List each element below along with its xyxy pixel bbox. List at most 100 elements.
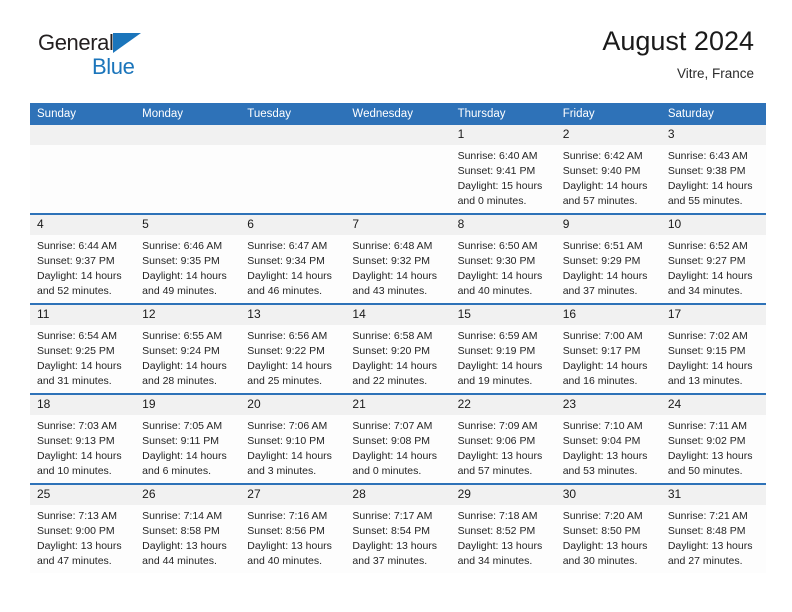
title-block: August 2024 Vitre, France xyxy=(602,26,754,81)
daylight-text-line1: Daylight: 13 hours xyxy=(562,540,648,552)
calendar-day-cell[interactable]: 5 Sunrise: 6:46 AM Sunset: 9:35 PM Dayli… xyxy=(135,213,241,304)
calendar-day-cell[interactable]: 25 Sunrise: 7:13 AM Sunset: 9:00 PM Dayl… xyxy=(30,483,136,573)
calendar-day-cell[interactable]: 24 Sunrise: 7:11 AM Sunset: 9:02 PM Dayl… xyxy=(660,393,766,484)
calendar-day-cell[interactable]: 15 Sunrise: 6:59 AM Sunset: 9:19 PM Dayl… xyxy=(450,303,556,394)
calendar-day-cell[interactable]: 31 Sunrise: 7:21 AM Sunset: 8:48 PM Dayl… xyxy=(660,483,766,573)
daylight-text-line1: Daylight: 14 hours xyxy=(142,450,227,462)
daylight-text-line1: Daylight: 14 hours xyxy=(352,450,438,462)
calendar-day-cell[interactable]: 6 Sunrise: 6:47 AM Sunset: 9:34 PM Dayli… xyxy=(240,213,346,304)
calendar-day-cell[interactable] xyxy=(345,125,451,214)
day-number: 14 xyxy=(345,305,451,326)
daylight-text-line1: Daylight: 13 hours xyxy=(247,540,332,552)
calendar-day-cell[interactable]: 30 Sunrise: 7:20 AM Sunset: 8:50 PM Dayl… xyxy=(555,483,661,573)
daylight-text-line1: Daylight: 13 hours xyxy=(37,540,122,552)
daylight-text-line2: and 27 minutes. xyxy=(667,554,743,567)
calendar-day-cell[interactable]: 4 Sunrise: 6:44 AM Sunset: 9:37 PM Dayli… xyxy=(30,213,136,304)
daylight-text-line1: Daylight: 14 hours xyxy=(457,270,543,282)
sunrise-text: Sunrise: 6:48 AM xyxy=(352,240,433,253)
day-number: 29 xyxy=(450,485,556,506)
day-number: 18 xyxy=(30,395,136,416)
sunrise-text: Sunrise: 6:52 AM xyxy=(667,240,748,253)
sunrise-text: Sunrise: 6:54 AM xyxy=(37,330,117,343)
sunrise-text: Sunrise: 6:55 AM xyxy=(142,330,223,343)
sunset-text: Sunset: 9:27 PM xyxy=(667,255,746,268)
daylight-text-line1: Daylight: 14 hours xyxy=(562,180,648,192)
day-details: Sunrise: 7:17 AM Sunset: 8:54 PM Dayligh… xyxy=(345,505,450,569)
calendar-week-row: 25 Sunrise: 7:13 AM Sunset: 9:00 PM Dayl… xyxy=(30,483,766,573)
daylight-text-line1: Daylight: 14 hours xyxy=(352,270,438,282)
daylight-text-line1: Daylight: 14 hours xyxy=(247,360,332,372)
day-details: Sunrise: 7:10 AM Sunset: 9:04 PM Dayligh… xyxy=(556,415,661,479)
sunset-text: Sunset: 9:24 PM xyxy=(142,345,220,358)
day-number: 8 xyxy=(450,215,556,236)
calendar-day-cell[interactable]: 11 Sunrise: 6:54 AM Sunset: 9:25 PM Dayl… xyxy=(30,303,136,394)
weekday-header-thursday: Thursday xyxy=(450,103,556,125)
weekday-header-friday: Friday xyxy=(555,103,661,125)
calendar-day-cell[interactable] xyxy=(30,125,136,214)
calendar-day-cell[interactable]: 10 Sunrise: 6:52 AM Sunset: 9:27 PM Dayl… xyxy=(660,213,766,304)
calendar-day-cell[interactable]: 27 Sunrise: 7:16 AM Sunset: 8:56 PM Dayl… xyxy=(240,483,346,573)
sunset-text: Sunset: 9:15 PM xyxy=(667,345,746,358)
sunset-text: Sunset: 9:34 PM xyxy=(247,255,325,268)
sunrise-text: Sunrise: 6:43 AM xyxy=(667,150,748,163)
calendar-day-cell[interactable]: 8 Sunrise: 6:50 AM Sunset: 9:30 PM Dayli… xyxy=(450,213,556,304)
daylight-text-line1: Daylight: 15 hours xyxy=(457,180,543,192)
day-number: 4 xyxy=(30,215,136,236)
weekday-header-tuesday: Tuesday xyxy=(240,103,346,125)
daylight-text-line1: Daylight: 14 hours xyxy=(562,360,648,372)
calendar-day-cell[interactable]: 26 Sunrise: 7:14 AM Sunset: 8:58 PM Dayl… xyxy=(135,483,241,573)
daylight-text-line2: and 44 minutes. xyxy=(142,554,217,567)
day-details: Sunrise: 6:47 AM Sunset: 9:34 PM Dayligh… xyxy=(240,235,345,299)
calendar-day-cell[interactable]: 16 Sunrise: 7:00 AM Sunset: 9:17 PM Dayl… xyxy=(555,303,661,394)
day-number: 1 xyxy=(450,125,556,146)
calendar-day-cell[interactable] xyxy=(240,125,346,214)
calendar-day-cell[interactable]: 14 Sunrise: 6:58 AM Sunset: 9:20 PM Dayl… xyxy=(345,303,451,394)
weekday-header-saturday: Saturday xyxy=(660,103,766,125)
day-details: Sunrise: 6:56 AM Sunset: 9:22 PM Dayligh… xyxy=(240,325,345,389)
daylight-text-line2: and 22 minutes. xyxy=(352,374,428,387)
day-details: Sunrise: 7:21 AM Sunset: 8:48 PM Dayligh… xyxy=(661,505,766,569)
day-number: 3 xyxy=(660,125,766,146)
calendar-day-cell[interactable]: 21 Sunrise: 7:07 AM Sunset: 9:08 PM Dayl… xyxy=(345,393,451,484)
day-details xyxy=(135,145,240,149)
sunrise-text: Sunrise: 7:21 AM xyxy=(667,510,748,523)
daylight-text-line1: Daylight: 14 hours xyxy=(37,360,122,372)
calendar-day-cell[interactable]: 18 Sunrise: 7:03 AM Sunset: 9:13 PM Dayl… xyxy=(30,393,136,484)
sunset-text: Sunset: 9:00 PM xyxy=(37,525,115,538)
day-details: Sunrise: 6:52 AM Sunset: 9:27 PM Dayligh… xyxy=(661,235,766,299)
calendar-day-cell[interactable] xyxy=(135,125,241,214)
calendar-day-cell[interactable]: 3 Sunrise: 6:43 AM Sunset: 9:38 PM Dayli… xyxy=(660,125,766,214)
sunset-text: Sunset: 8:54 PM xyxy=(352,525,431,538)
day-number: 15 xyxy=(450,305,556,326)
calendar-header-row: Sunday Monday Tuesday Wednesday Thursday… xyxy=(30,103,766,125)
calendar-day-cell[interactable]: 7 Sunrise: 6:48 AM Sunset: 9:32 PM Dayli… xyxy=(345,213,451,304)
day-number: 25 xyxy=(30,485,136,506)
daylight-text-line1: Daylight: 14 hours xyxy=(667,180,753,192)
calendar-day-cell[interactable]: 19 Sunrise: 7:05 AM Sunset: 9:11 PM Dayl… xyxy=(135,393,241,484)
sunset-text: Sunset: 9:41 PM xyxy=(457,165,536,178)
calendar-day-cell[interactable]: 29 Sunrise: 7:18 AM Sunset: 8:52 PM Dayl… xyxy=(450,483,556,573)
day-details: Sunrise: 6:58 AM Sunset: 9:20 PM Dayligh… xyxy=(345,325,450,389)
daylight-text-line2: and 25 minutes. xyxy=(247,374,322,387)
weekday-header-monday: Monday xyxy=(135,103,241,125)
sunrise-text: Sunrise: 6:40 AM xyxy=(457,150,538,163)
daylight-text-line2: and 52 minutes. xyxy=(37,284,112,297)
calendar-day-cell[interactable]: 22 Sunrise: 7:09 AM Sunset: 9:06 PM Dayl… xyxy=(450,393,556,484)
calendar-day-cell[interactable]: 23 Sunrise: 7:10 AM Sunset: 9:04 PM Dayl… xyxy=(555,393,661,484)
sunset-text: Sunset: 9:30 PM xyxy=(457,255,536,268)
day-number: 6 xyxy=(240,215,346,236)
brand-logo[interactable]: General Blue xyxy=(38,32,142,78)
day-details: Sunrise: 7:02 AM Sunset: 9:15 PM Dayligh… xyxy=(661,325,766,389)
calendar-day-cell[interactable]: 12 Sunrise: 6:55 AM Sunset: 9:24 PM Dayl… xyxy=(135,303,241,394)
daylight-text-line1: Daylight: 13 hours xyxy=(352,540,438,552)
day-details: Sunrise: 7:18 AM Sunset: 8:52 PM Dayligh… xyxy=(451,505,556,569)
calendar-day-cell[interactable]: 2 Sunrise: 6:42 AM Sunset: 9:40 PM Dayli… xyxy=(555,125,661,214)
calendar-day-cell[interactable]: 13 Sunrise: 6:56 AM Sunset: 9:22 PM Dayl… xyxy=(240,303,346,394)
sunset-text: Sunset: 9:25 PM xyxy=(37,345,115,358)
calendar-day-cell[interactable]: 28 Sunrise: 7:17 AM Sunset: 8:54 PM Dayl… xyxy=(345,483,451,573)
calendar-day-cell[interactable]: 9 Sunrise: 6:51 AM Sunset: 9:29 PM Dayli… xyxy=(555,213,661,304)
day-details: Sunrise: 6:59 AM Sunset: 9:19 PM Dayligh… xyxy=(451,325,556,389)
calendar-day-cell[interactable]: 20 Sunrise: 7:06 AM Sunset: 9:10 PM Dayl… xyxy=(240,393,346,484)
calendar-day-cell[interactable]: 1 Sunrise: 6:40 AM Sunset: 9:41 PM Dayli… xyxy=(450,125,556,214)
calendar-day-cell[interactable]: 17 Sunrise: 7:02 AM Sunset: 9:15 PM Dayl… xyxy=(660,303,766,394)
